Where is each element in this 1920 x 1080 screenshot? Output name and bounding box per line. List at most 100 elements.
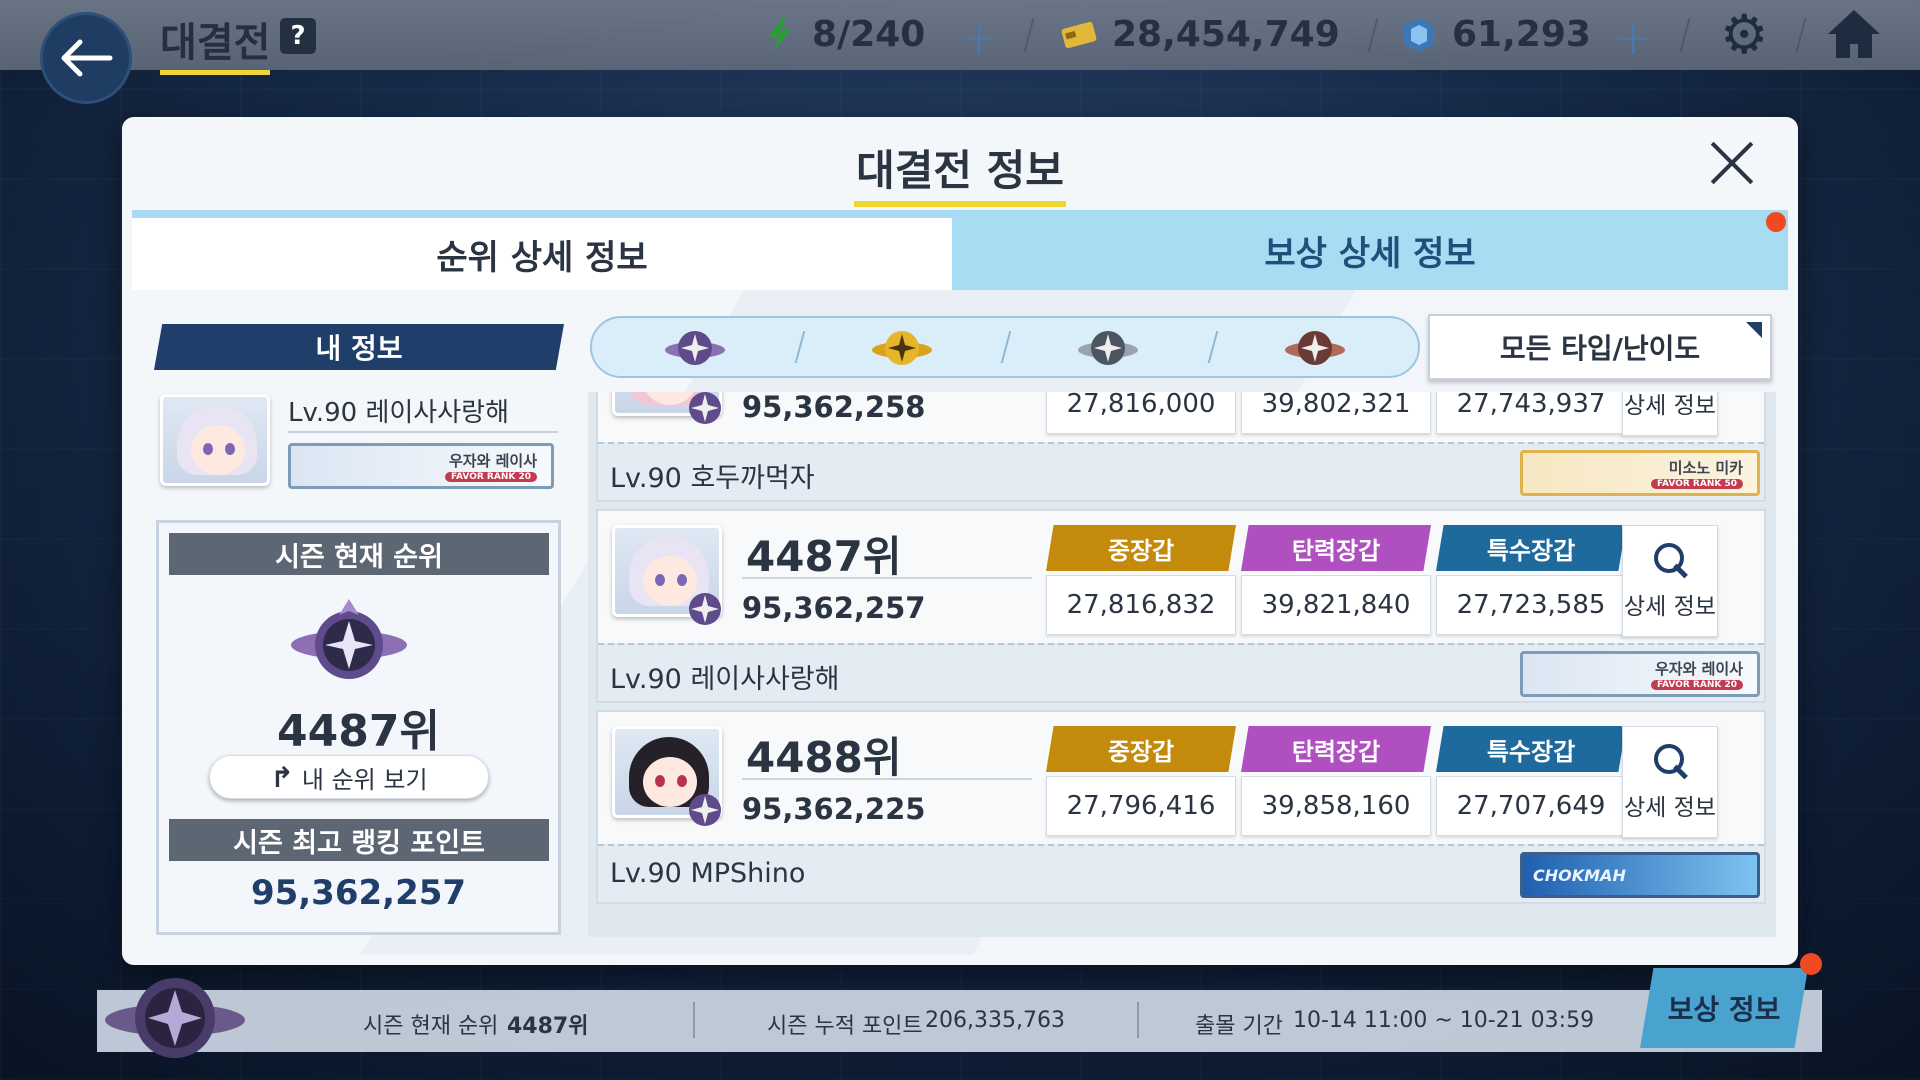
detail-label: 상세 정보 [1624,393,1716,419]
bronze-filter[interactable] [1212,317,1419,377]
best-points-value: 95,362,257 [250,873,467,913]
gear-icon[interactable]: ⚙ [1720,8,1768,62]
ranking-entry: 4487위 95,362,257 중장갑 27,816,832 탄력장갑 39,… [596,509,1766,703]
help-icon[interactable]: ? [280,18,316,54]
card-student-name: 미소노 미카 [1668,459,1743,477]
total-points-label: 시즌 누적 포인트 [767,1014,923,1039]
divider [693,1002,695,1038]
divider [742,577,1032,579]
player-name: Lv.90 레이사사랑해 [610,664,840,695]
elastic-armor-stat: 탄력장갑 39,802,321 [1241,392,1431,436]
divider [288,431,558,433]
platinum-emblem-icon [689,593,721,625]
platinum-emblem-icon [291,599,407,679]
tab-reward-details[interactable]: 보상 상세 정보 [952,210,1788,290]
stat-value: 27,707,649 [1436,776,1626,836]
detail-label: 상세 정보 [1624,594,1716,620]
stat-label: 중장갑 [1046,525,1236,571]
favorite-student-card: 미소노 미카 FAVOR RANK 50 [1520,450,1760,496]
stat-value: 39,821,840 [1241,575,1431,635]
divider [742,778,1032,780]
platinum-emblem-icon [665,331,726,365]
add-stamina-button[interactable]: + [958,12,1000,62]
current-rank-value: 4487위 [507,1014,589,1039]
view-my-rank-label: 내 순위 보기 [301,765,428,794]
arrow-left-icon [61,39,113,77]
gold-emblem-icon [871,331,932,365]
add-gems-button[interactable]: + [1612,12,1654,62]
card-student-name: 우자와 레이사 [448,452,537,470]
credit-card-icon [1061,21,1097,48]
type-difficulty-dropdown[interactable]: 모든 타입/난이도 [1428,314,1772,380]
card-favor-rank: FAVOR RANK 20 [1650,680,1743,690]
divider [1367,18,1379,52]
heavy-armor-stat: 중장갑 27,816,000 [1046,392,1236,436]
top-bar: 대결전 ? 8/240 + 28,454,749 61,293 + ⚙ [0,0,1920,75]
stat-label: 탄력장갑 [1241,525,1431,571]
divider [1679,18,1691,52]
close-icon[interactable] [1704,135,1760,191]
stat-label: 탄력장갑 [1241,726,1431,772]
magnifier-icon [1652,541,1688,581]
stat-value: 27,723,585 [1436,575,1626,635]
stat-value: 27,816,000 [1046,392,1236,434]
back-button[interactable] [40,12,132,104]
stat-value: 39,802,321 [1241,392,1431,434]
player-name: Lv.90 MPShino [610,858,806,889]
card-student-name: CHOKMAH [1533,865,1626,885]
detail-info-button[interactable]: 상세 정보 [1622,525,1718,637]
ranking-list[interactable]: 95,362,258 중장갑 27,816,000 탄력장갑 39,802,32… [588,392,1776,937]
silver-emblem-icon [1078,331,1139,365]
entry-footer: Lv.90 MPShino CHOKMAH [598,844,1764,902]
stat-label: 중장갑 [1046,726,1236,772]
dropdown-triangle-icon [1746,322,1762,338]
view-my-rank-button[interactable]: ↱ 내 순위 보기 [209,755,489,799]
favorite-student-card: 우자와 레이사 FAVOR RANK 20 [288,443,554,489]
ranking-entry: 4488위 95,362,225 중장갑 27,796,416 탄력장갑 39,… [596,710,1766,904]
stamina-value: 8/240 [812,14,926,55]
card-favor-rank: FAVOR RANK 50 [1650,479,1743,489]
my-rank: 4487위 [277,706,440,757]
tab-ranking-details[interactable]: 순위 상세 정보 [132,210,952,290]
credits-display: 28,454,749 [1060,14,1340,55]
period-label: 출몰 기간 [1195,1014,1283,1039]
stat-value: 27,816,832 [1046,575,1236,635]
bottom-status-bar: 시즌 현재 순위 4487위 시즌 누적 포인트 206,335,763 출몰 … [97,990,1822,1052]
avatar [160,394,270,486]
home-icon[interactable] [1826,6,1882,62]
stat-value: 27,796,416 [1046,776,1236,836]
modal-title: 대결전 정보 [854,146,1066,207]
special-armor-stat: 특수장갑 27,723,585 [1436,525,1626,637]
detail-info-button[interactable]: 상세 정보 [1622,726,1718,838]
dropdown-label: 모든 타입/난이도 [1499,332,1701,365]
heavy-armor-stat: 중장갑 27,796,416 [1046,726,1236,838]
card-favor-rank: FAVOR RANK 20 [444,472,537,482]
gold-filter[interactable] [799,317,1006,377]
platinum-emblem-icon [105,978,245,1058]
stat-value: 39,858,160 [1241,776,1431,836]
my-info-header: 내 정보 [154,324,564,370]
my-player-name: Lv.90 레이사사랑해 [288,398,509,428]
entry-footer: Lv.90 레이사사랑해 우자와 레이사 FAVOR RANK 20 [598,643,1764,701]
lightning-icon [768,17,790,52]
tier-filter [590,316,1420,378]
player-name: Lv.90 호두까먹자 [610,463,815,494]
elastic-armor-stat: 탄력장갑 39,858,160 [1241,726,1431,838]
period-value: 10-14 11:00 ~ 10-21 03:59 [1293,1008,1595,1033]
silver-filter[interactable] [1005,317,1212,377]
ranking-entry: 95,362,258 중장갑 27,816,000 탄력장갑 39,802,32… [596,392,1766,502]
detail-info-button[interactable]: 상세 정보 [1622,392,1718,436]
platinum-filter[interactable] [592,317,799,377]
reward-info-button[interactable]: 보상 정보 [1640,968,1808,1048]
notification-dot [1800,953,1822,975]
heavy-armor-stat: 중장갑 27,816,832 [1046,525,1236,637]
credits-value: 28,454,749 [1112,14,1340,55]
gem-icon [1404,17,1434,52]
special-armor-stat: 특수장갑 27,707,649 [1436,726,1626,838]
points-value: 95,362,257 [742,591,926,625]
card-student-name: 우자와 레이사 [1654,660,1743,678]
bronze-emblem-icon [1284,331,1345,365]
elastic-armor-stat: 탄력장갑 39,821,840 [1241,525,1431,637]
notification-dot [1766,212,1786,232]
contest-info-modal: 대결전 정보 순위 상세 정보 보상 상세 정보 내 정보 Lv.90 레이사사… [122,117,1798,965]
